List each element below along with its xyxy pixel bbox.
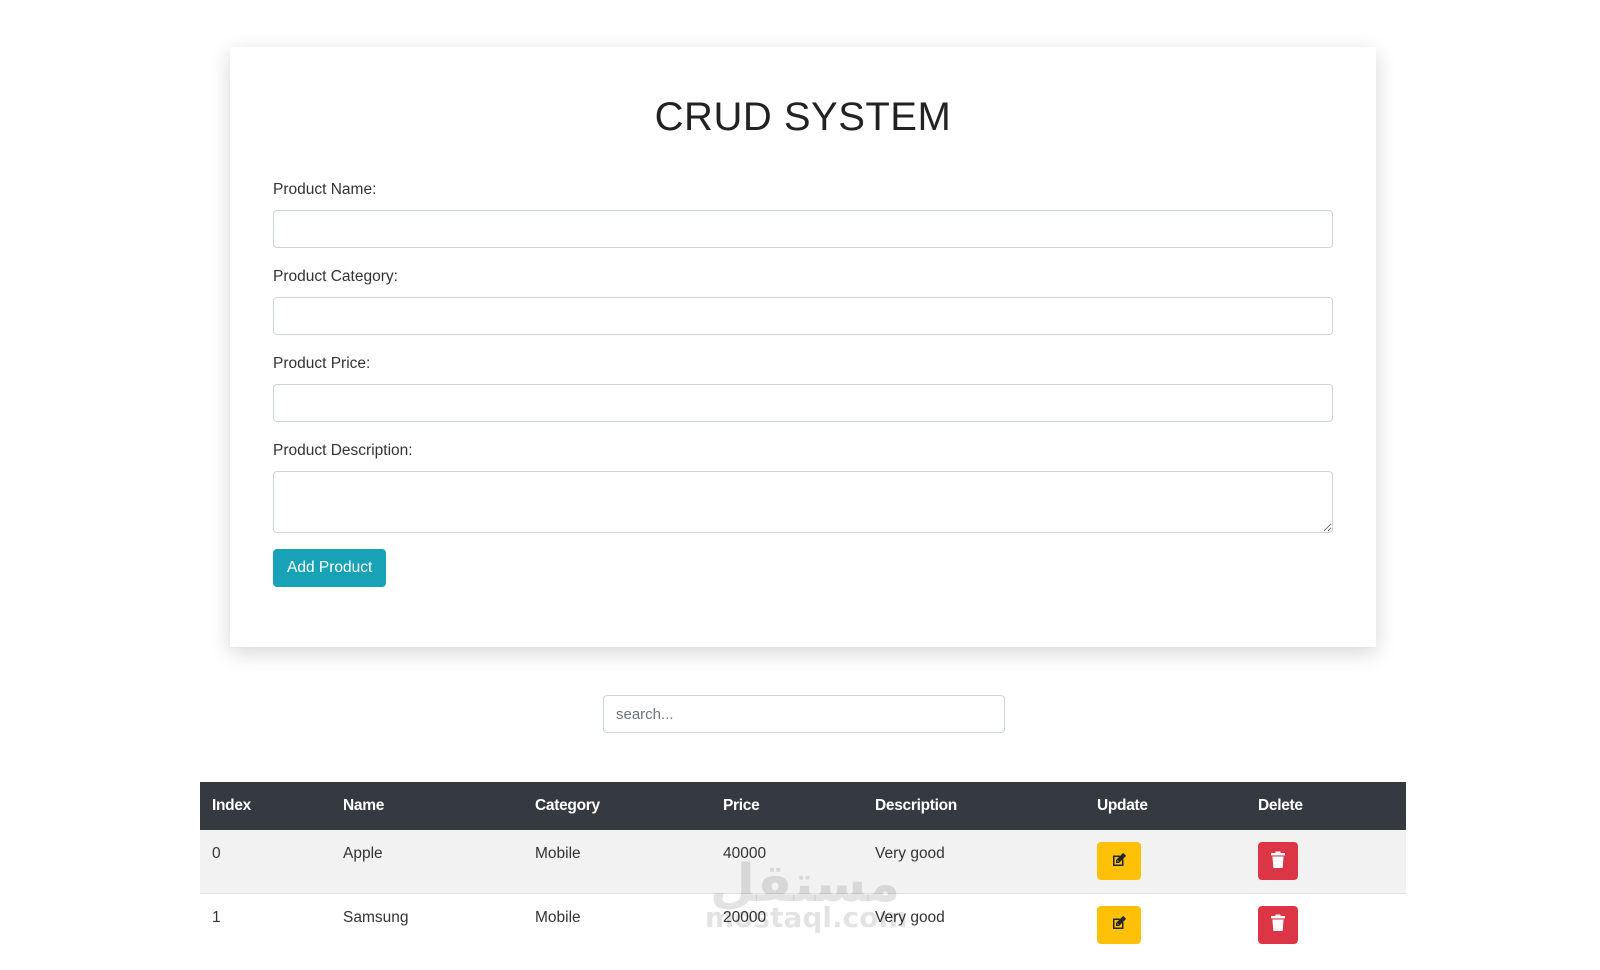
table-row: 1 Samsung Mobile 20000 Very good (200, 892, 1406, 956)
header-name: Name (343, 797, 385, 814)
header-delete: Delete (1258, 797, 1303, 814)
header-index: Index (212, 797, 251, 814)
header-price: Price (723, 797, 760, 814)
cell-description: Very good (863, 892, 1085, 956)
cell-name: Samsung (331, 892, 523, 956)
cell-category: Mobile (535, 845, 581, 862)
header-update: Update (1097, 797, 1148, 814)
product-price-input[interactable] (273, 384, 1333, 422)
cell-category: Mobile (523, 892, 711, 956)
add-product-button[interactable]: Add Product (273, 549, 387, 587)
cell-delete (1246, 830, 1406, 893)
product-category-label: Product Category: (273, 268, 398, 285)
trash-icon (1270, 851, 1286, 872)
cell-description: Very good (875, 845, 945, 862)
delete-button[interactable] (1258, 842, 1298, 880)
product-name-input[interactable] (273, 210, 1333, 248)
search-input[interactable] (603, 695, 1005, 733)
update-button[interactable] (1097, 905, 1141, 944)
cell-update (1085, 892, 1246, 956)
product-price-label: Product Price: (273, 355, 371, 372)
trash-icon (1270, 914, 1286, 935)
product-description-group: Product Description: (273, 442, 1333, 533)
table-row: 0 Apple Mobile 40000 Very good (200, 830, 1406, 893)
cell-delete (1246, 892, 1406, 956)
product-description-textarea[interactable] (273, 471, 1333, 533)
page-title: CRUD SYSTEM (654, 95, 952, 139)
update-button[interactable] (1097, 842, 1141, 880)
table-head: Index Name Category Price Description Up… (200, 782, 1406, 830)
products-table-container: Index Name Category Price Description Up… (200, 782, 1406, 956)
search-container (603, 695, 1005, 733)
cell-index: 0 (212, 845, 221, 862)
product-name-group: Product Name: (273, 181, 1333, 248)
table-header-row: Index Name Category Price Description Up… (200, 782, 1406, 830)
cell-update (1085, 830, 1246, 893)
table-body: 0 Apple Mobile 40000 Very good 1 Samsung… (200, 830, 1406, 956)
edit-icon (1110, 851, 1128, 872)
header-description: Description (875, 797, 957, 814)
header-category: Category (535, 797, 600, 814)
product-category-group: Product Category: (273, 268, 1333, 335)
cell-name: Apple (343, 845, 383, 862)
cell-price: 40000 (723, 845, 767, 862)
product-description-label: Product Description: (273, 442, 413, 459)
product-name-label: Product Name: (273, 181, 377, 198)
product-price-group: Product Price: (273, 355, 1333, 422)
delete-button[interactable] (1258, 905, 1298, 944)
cell-price: 20000 (711, 892, 863, 956)
product-form-card: CRUD SYSTEM Product Name: Product Catego… (230, 47, 1376, 647)
product-category-input[interactable] (273, 297, 1333, 335)
cell-index: 1 (200, 892, 331, 956)
products-table: Index Name Category Price Description Up… (200, 782, 1406, 956)
edit-icon (1110, 914, 1128, 935)
